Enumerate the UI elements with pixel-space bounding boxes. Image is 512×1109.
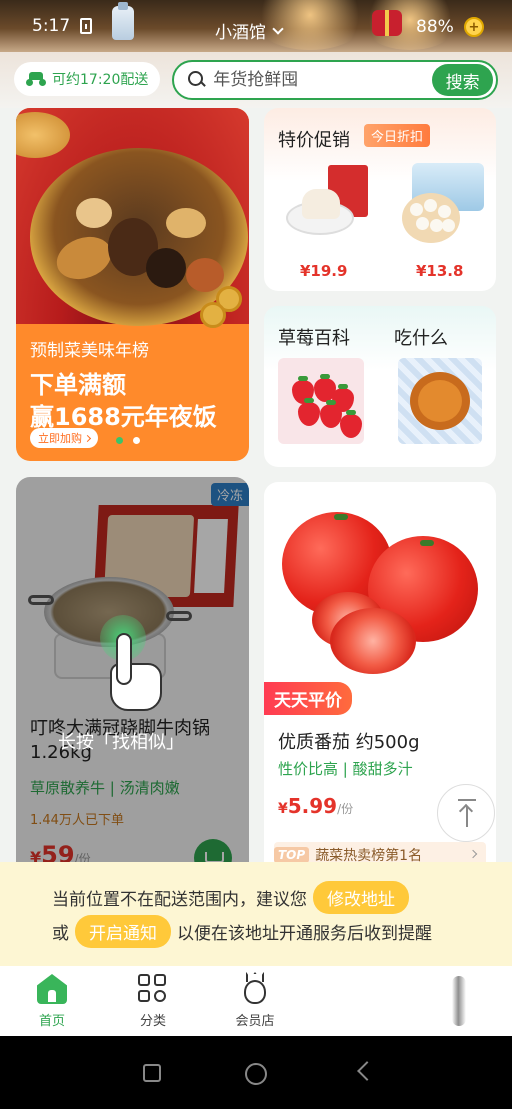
enable-notification-button[interactable]: 开启通知: [75, 915, 171, 948]
home-icon: [37, 974, 67, 1004]
battery-level: 88%: [416, 17, 454, 37]
bottle-decoration-icon: [112, 2, 134, 40]
food-guide-card[interactable]: 草莓百科 吃什么: [264, 306, 496, 467]
chevron-right-icon: [468, 849, 478, 859]
scooter-icon: [26, 72, 46, 86]
stew-image[interactable]: [398, 358, 482, 444]
product-image-pudding[interactable]: [286, 163, 368, 245]
carousel-dot-active: [116, 437, 123, 444]
home-button[interactable]: [245, 1063, 267, 1085]
gift-icon[interactable]: [372, 10, 402, 36]
delivery-time-label: 可约17:20配送: [52, 72, 149, 88]
product-price: ¥19.9: [300, 262, 348, 280]
notice-text: 以便在该地址开通服务后收到提醒: [177, 924, 432, 944]
buy-now-button[interactable]: 立即加购: [30, 428, 98, 448]
hand-pointer-icon: [100, 615, 170, 715]
notice-prefix: 或: [52, 924, 69, 944]
product-price: ¥13.8: [416, 262, 464, 280]
search-button[interactable]: 搜索: [432, 64, 493, 96]
bottom-tab-bar: 首页 分类 会员店: [0, 966, 512, 1036]
delivery-time-pill[interactable]: 可约17:20配送: [14, 62, 161, 96]
location-selector[interactable]: 小酒馆: [215, 18, 284, 43]
member-store-icon: [242, 972, 268, 1004]
search-input[interactable]: [213, 70, 433, 90]
banner-title-line1: 下单满额: [30, 371, 126, 399]
tab-category[interactable]: 分类: [118, 966, 188, 1036]
coin-icon[interactable]: +: [464, 17, 484, 37]
system-nav-bar: [0, 1036, 512, 1109]
strawberry-guide-title: 草莓百科: [278, 328, 350, 349]
product-name: 优质番茄 约500g: [278, 732, 420, 753]
product-price: ¥5.99/份: [278, 794, 354, 818]
delivery-range-notice: 当前位置不在配送范围内，建议您 修改地址 或 开启通知 以便在该地址开通服务后收…: [0, 862, 512, 966]
long-press-hint: 长按「找相似」: [58, 732, 184, 753]
product-tags: 性价比高 | 酸甜多汁: [278, 760, 413, 778]
what-to-eat-title: 吃什么: [394, 328, 448, 349]
recent-apps-button[interactable]: [143, 1064, 161, 1082]
chevron-right-icon: [83, 434, 92, 442]
location-title: 小酒馆: [215, 23, 266, 43]
change-address-button[interactable]: 修改地址: [313, 881, 409, 914]
special-offer-card[interactable]: 特价促销 今日折扣 ¥19.9 ¥13.8: [264, 108, 496, 291]
tab-home[interactable]: 首页: [17, 966, 87, 1036]
strawberry-image[interactable]: [278, 358, 364, 444]
transition-artifact: [452, 976, 466, 1026]
banner-subtitle: 预制菜美味年榜: [30, 341, 149, 361]
daily-low-price-badge: 天天平价: [264, 682, 352, 715]
carousel-dot: [133, 437, 140, 444]
status-bar: 5:17 小酒馆 88% +: [0, 0, 512, 52]
chevron-down-icon: [272, 22, 284, 35]
tab-label: 会员店: [235, 1014, 275, 1029]
tab-member-store[interactable]: 会员店: [220, 966, 290, 1036]
special-offer-title: 特价促销: [278, 130, 350, 151]
status-time: 5:17: [32, 16, 71, 36]
top-rank-badge: TOP: [274, 847, 310, 863]
tab-label: 首页: [38, 1014, 65, 1029]
category-icon: [138, 974, 168, 1004]
arrow-up-icon: [458, 803, 474, 819]
search-icon: [188, 71, 204, 89]
promo-banner-card[interactable]: 预制菜美味年榜 下单满额 赢1688元年夜饭 立即加购: [16, 108, 249, 461]
buy-now-label: 立即加购: [38, 433, 82, 445]
notice-text: 当前位置不在配送范围内，建议您: [52, 890, 307, 910]
search-box[interactable]: 搜索: [172, 60, 498, 100]
product-image-fishballs[interactable]: [398, 163, 488, 249]
carousel-dots: [116, 437, 140, 444]
tab-label: 分类: [139, 1014, 166, 1029]
back-button[interactable]: [357, 1061, 377, 1081]
today-discount-badge: 今日折扣: [364, 124, 431, 147]
header-search-row: 可约17:20配送 搜索: [0, 52, 512, 108]
banner-food-image: [16, 108, 249, 328]
sim-icon: [80, 18, 92, 34]
back-to-top-button[interactable]: [437, 784, 495, 842]
